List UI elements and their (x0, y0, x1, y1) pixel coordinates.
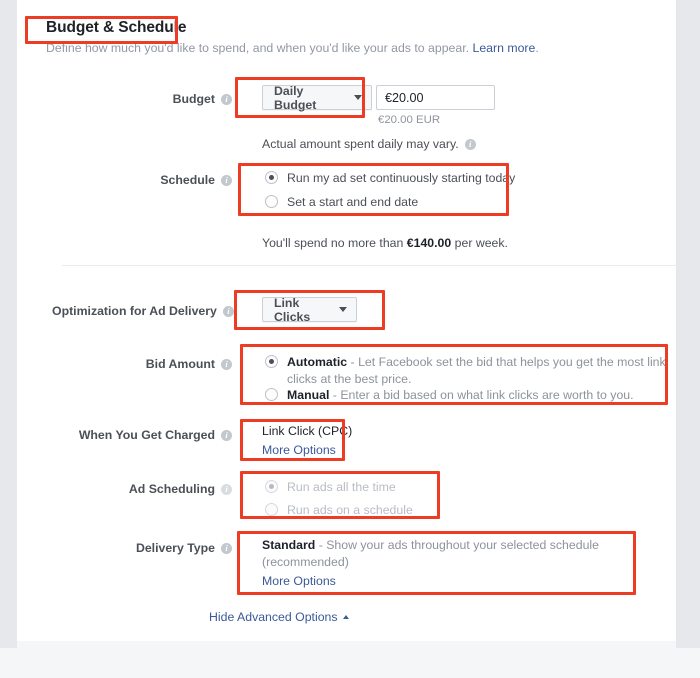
bid-option-manual-desc: Enter a bid based on what link clicks ar… (340, 388, 634, 402)
budget-amount-input[interactable] (376, 85, 495, 110)
ad-scheduling-label-text: Ad Scheduling (128, 482, 215, 496)
delivery-type-sep: - (315, 538, 327, 552)
budget-schedule-card: Budget & Schedule Define how much you'd … (17, 0, 679, 641)
bid-amount-label: Bid Amount i (97, 357, 232, 371)
ad-scheduling-option-all-time-label: Run ads all the time (287, 480, 396, 494)
budget-type-value: Daily Budget (274, 83, 317, 112)
left-rail (0, 0, 17, 648)
bid-option-automatic-sep: - (347, 355, 359, 369)
bid-option-manual-label: Manual - Enter a bid based on what link … (287, 387, 634, 404)
info-icon[interactable]: i (221, 484, 232, 495)
hide-advanced-options-label: Hide Advanced Options (209, 610, 338, 624)
schedule-option-start-end[interactable]: Set a start and end date (265, 194, 418, 211)
bid-amount-label-text: Bid Amount (145, 357, 215, 371)
chevron-down-icon (339, 307, 347, 312)
radio-icon (265, 480, 278, 493)
bid-option-automatic-label: Automatic - Let Facebook set the bid tha… (287, 354, 670, 388)
optimization-label: Optimization for Ad Delivery i (52, 304, 234, 318)
ad-scheduling-option-schedule: Run ads on a schedule (265, 502, 413, 519)
chevron-up-icon (342, 615, 349, 619)
radio-icon[interactable] (265, 171, 278, 184)
bid-option-manual[interactable]: Manual - Enter a bid based on what link … (265, 387, 670, 404)
subtitle-period: . (535, 41, 539, 55)
page-subtitle: Define how much you'd like to spend, and… (46, 41, 539, 55)
page-background: Budget & Schedule Define how much you'd … (0, 0, 700, 678)
budget-type-dropdown[interactable]: Daily Budget (262, 83, 372, 112)
weekly-spend-suffix: per week. (451, 236, 508, 250)
delivery-type-name: Standard (262, 538, 316, 552)
budget-currency-note: €20.00 EUR (378, 114, 441, 126)
delivery-type-label-text: Delivery Type (135, 541, 215, 555)
chevron-down-icon (354, 95, 362, 100)
schedule-option-start-end-label: Set a start and end date (287, 195, 419, 209)
optimization-dropdown[interactable]: Link Clicks (262, 295, 357, 324)
bid-option-automatic[interactable]: Automatic - Let Facebook set the bid tha… (265, 354, 670, 388)
optimization-value: Link Clicks (274, 295, 311, 324)
bid-option-manual-sep: - (329, 388, 341, 402)
schedule-option-continuous-label: Run my ad set continuously starting toda… (287, 171, 516, 185)
radio-icon[interactable] (265, 388, 278, 401)
budget-disclaimer-text: Actual amount spent daily may vary. (262, 137, 459, 151)
radio-icon (265, 503, 278, 516)
more-options-link[interactable]: More Options (262, 443, 336, 457)
ad-scheduling-option-schedule-label: Run ads on a schedule (287, 503, 413, 517)
delivery-type-label: Delivery Type i (97, 541, 232, 555)
info-icon[interactable]: i (221, 94, 232, 105)
schedule-label: Schedule i (97, 173, 232, 187)
delivery-type-more-options[interactable]: More Options (262, 574, 336, 588)
weekly-spend-amount: €140.00 (406, 236, 452, 250)
info-icon[interactable]: i (221, 430, 232, 441)
radio-icon[interactable] (265, 355, 278, 368)
info-icon[interactable]: i (221, 359, 232, 370)
ad-scheduling-label: Ad Scheduling i (97, 482, 232, 496)
optimization-label-text: Optimization for Ad Delivery (52, 304, 217, 318)
right-rail (676, 0, 700, 648)
budget-disclaimer: Actual amount spent daily may vary. i (262, 137, 476, 151)
more-options-link[interactable]: More Options (262, 574, 336, 588)
radio-icon[interactable] (265, 195, 278, 208)
info-icon[interactable]: i (221, 175, 232, 186)
schedule-option-continuous[interactable]: Run my ad set continuously starting toda… (265, 170, 515, 187)
bid-option-automatic-name: Automatic (287, 355, 348, 369)
hide-advanced-options-link[interactable]: Hide Advanced Options (209, 610, 349, 624)
learn-more-link[interactable]: Learn more (472, 41, 535, 55)
schedule-label-text: Schedule (160, 173, 215, 187)
weekly-spend-prefix: You'll spend no more than (262, 236, 407, 250)
ad-scheduling-option-all-time: Run ads all the time (265, 479, 396, 496)
delivery-type-description: Standard - Show your ads throughout your… (262, 537, 642, 571)
info-icon[interactable]: i (221, 543, 232, 554)
when-charged-label-text: When You Get Charged (78, 428, 215, 442)
page-title: Budget & Schedule (46, 19, 187, 36)
when-charged-more-options[interactable]: More Options (262, 443, 336, 457)
when-charged-value: Link Click (CPC) (262, 424, 353, 438)
budget-label-text: Budget (172, 92, 215, 106)
budget-label: Budget i (97, 92, 232, 106)
when-charged-label: When You Get Charged i (72, 428, 232, 442)
page-subtitle-text: Define how much you'd like to spend, and… (46, 41, 470, 55)
section-divider (62, 265, 679, 266)
bid-option-manual-name: Manual (287, 388, 330, 402)
info-icon[interactable]: i (222, 306, 234, 317)
weekly-spend-note: You'll spend no more than €140.00 per we… (262, 236, 508, 250)
info-icon[interactable]: i (464, 139, 476, 150)
